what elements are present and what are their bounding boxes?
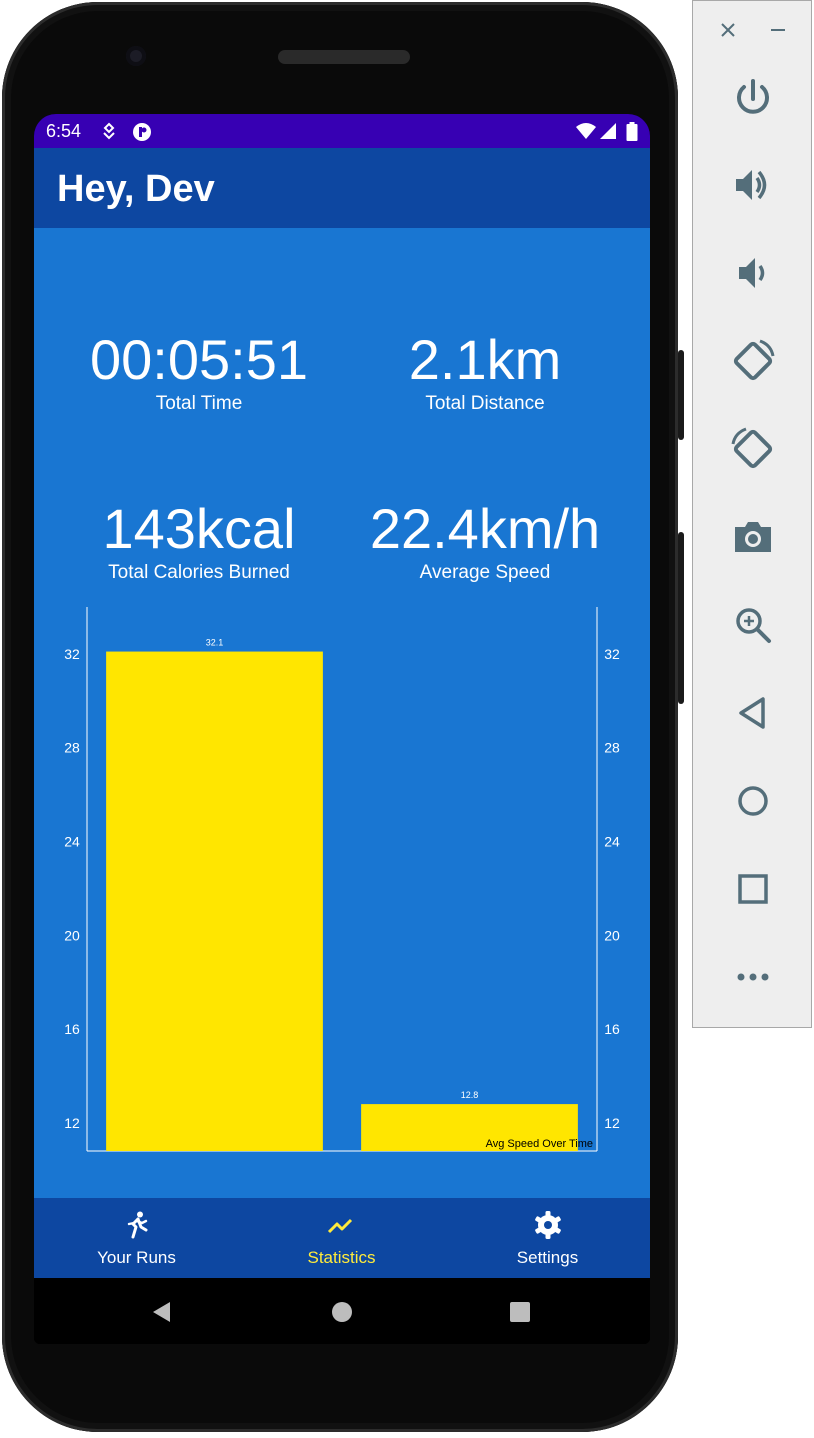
overview-icon[interactable] xyxy=(723,859,783,919)
phone-frame: 6:54 Hey, Dev 00:05:51 Total Time 2.1km … xyxy=(2,2,684,1432)
phone-power-button xyxy=(678,350,684,440)
y-tick-label-right: 28 xyxy=(604,740,620,756)
y-tick-label-right: 16 xyxy=(604,1021,620,1037)
y-tick-label-right: 32 xyxy=(604,646,620,662)
statistics-content: 00:05:51 Total Time 2.1km Total Distance… xyxy=(34,228,650,1198)
avg-speed-bar-chart[interactable]: 12 12 16 16 20 20 24 24 28 28 32 32 32.1 12.8 Avg Spee… xyxy=(34,228,650,1198)
overview-icon[interactable] xyxy=(508,1300,532,1324)
gear-icon xyxy=(535,1211,561,1239)
power-icon[interactable] xyxy=(723,67,783,127)
volume-down-icon[interactable] xyxy=(723,243,783,303)
chart-description: Avg Speed Over Time xyxy=(486,1138,593,1150)
home-icon[interactable] xyxy=(330,1300,354,1324)
y-tick-label-left: 12 xyxy=(64,1115,80,1131)
home-icon[interactable] xyxy=(723,771,783,831)
phone-speaker xyxy=(278,50,410,64)
status-time: 6:54 xyxy=(46,121,82,141)
run-icon xyxy=(127,1211,148,1239)
nav-item-statistics[interactable]: Statistics xyxy=(239,1198,444,1278)
y-tick-label-left: 24 xyxy=(64,833,80,849)
nav-item-settings[interactable]: Settings xyxy=(445,1198,650,1278)
y-tick-label-left: 20 xyxy=(64,927,80,943)
camera-icon[interactable] xyxy=(723,507,783,567)
cell-signal-icon xyxy=(600,123,616,139)
y-tick-label-left: 16 xyxy=(64,1021,80,1037)
battery-icon xyxy=(626,122,638,141)
back-icon[interactable] xyxy=(150,1300,174,1324)
y-tick-label-right: 24 xyxy=(604,833,620,849)
y-tick-label-left: 28 xyxy=(64,740,80,756)
system-navigation-bar xyxy=(34,1278,650,1344)
wifi-icon xyxy=(576,123,596,139)
emulator-toolbar xyxy=(692,0,812,1028)
bottom-navigation: Your Runs Statistics Settings xyxy=(34,1198,650,1278)
phone-camera xyxy=(126,46,146,66)
chart-bar xyxy=(106,651,323,1151)
app-bar: Hey, Dev xyxy=(34,148,650,228)
y-tick-label-right: 20 xyxy=(604,927,620,943)
more-icon[interactable] xyxy=(723,947,783,1007)
nav-label-statistics: Statistics xyxy=(307,1248,376,1267)
rotate-right-icon[interactable] xyxy=(723,419,783,479)
location-share-icon xyxy=(103,122,115,140)
nav-item-your-runs[interactable]: Your Runs xyxy=(34,1198,239,1278)
status-bar: 6:54 xyxy=(34,114,650,148)
nav-label-settings: Settings xyxy=(516,1248,579,1267)
trending-up-icon xyxy=(327,1218,353,1234)
back-icon[interactable] xyxy=(723,683,783,743)
app-notification-icon xyxy=(133,123,151,141)
bar-value-label: 32.1 xyxy=(206,638,224,648)
nav-label-your-runs: Your Runs xyxy=(97,1248,176,1267)
zoom-icon[interactable] xyxy=(723,595,783,655)
y-tick-label-right: 12 xyxy=(604,1115,620,1131)
bar-value-label: 12.8 xyxy=(461,1090,479,1100)
page-title: Hey, Dev xyxy=(57,168,215,210)
phone-volume-button xyxy=(678,532,684,704)
close-icon[interactable] xyxy=(717,19,739,41)
rotate-left-icon[interactable] xyxy=(723,331,783,391)
device-screen: 6:54 Hey, Dev 00:05:51 Total Time 2.1km … xyxy=(34,114,650,1344)
volume-up-icon[interactable] xyxy=(723,155,783,215)
y-tick-label-left: 32 xyxy=(64,646,80,662)
minimize-icon[interactable] xyxy=(767,19,789,41)
